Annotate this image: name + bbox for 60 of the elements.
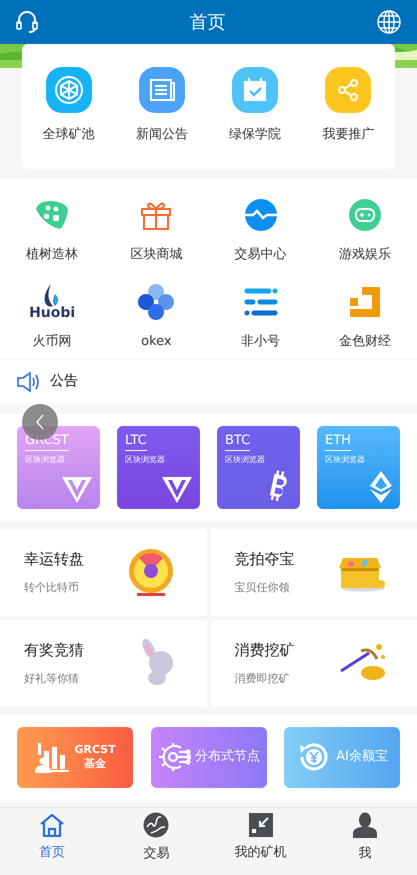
huobi-logo: Huobi (29, 284, 76, 320)
jinse-logo (350, 287, 380, 317)
quick-link[interactable]: 我要推广 (308, 67, 388, 144)
app-shortcut[interactable]: 交易中心 (208, 190, 313, 264)
feature-card[interactable]: 有奖竞猜 好礼等你猜 (0, 620, 206, 706)
feature-card[interactable]: 幸运转盘 转个比特币 (0, 528, 206, 616)
quick-link[interactable]: 绿保学院 (215, 67, 296, 144)
feature-title: 幸运转盘 (24, 548, 84, 570)
globe-icon[interactable] (377, 10, 401, 34)
app-shortcut[interactable]: 非小号 (208, 278, 313, 352)
calendar-icon (232, 67, 278, 113)
feature-card[interactable]: 竞拍夺宝 宝贝任你领 (210, 528, 417, 616)
banner-text: GRCST (74, 743, 116, 757)
nav-tab[interactable]: 首页 (12, 812, 92, 862)
page-title: 首页 (190, 10, 226, 34)
app-shortcut[interactable]: 植树造林 (0, 190, 104, 264)
bar-chart-icon (34, 741, 70, 773)
newspaper-icon (138, 67, 185, 113)
nav-tab[interactable]: 我的矿机 (220, 812, 301, 862)
feature-subtitle: 宝贝任你领 (234, 580, 290, 596)
app-shortcut[interactable]: 游戏娱乐 (312, 190, 417, 264)
lines-icon (244, 287, 278, 317)
gamepad-icon (348, 198, 382, 232)
share-icon (325, 67, 372, 113)
feature-subtitle: 转个比特币 (24, 580, 79, 596)
exchange-icon (244, 198, 277, 230)
app-shortcut[interactable]: Huobi 火币网 (0, 278, 104, 352)
quick-link[interactable]: 全球矿池 (28, 67, 109, 144)
banner-text: 基金 (84, 757, 106, 771)
notice-label: 公告 (50, 372, 78, 391)
app-shortcut[interactable]: okex (104, 278, 208, 352)
feature-title: 有奖竞猜 (24, 640, 84, 660)
feature-title: 消费挖矿 (234, 640, 294, 660)
app-shortcut[interactable]: 金色财经 (312, 278, 417, 352)
nav-tab[interactable]: 交易 (116, 812, 196, 864)
speaker-icon (16, 370, 40, 392)
person-icon (352, 812, 377, 838)
leaf-icon (34, 198, 70, 230)
arrow-square-icon (248, 812, 273, 837)
feature-subtitle: 消费即挖矿 (234, 671, 290, 687)
trend-circle-icon (143, 812, 170, 838)
triangle-logo-icon (162, 474, 192, 502)
explorer-card[interactable]: BTC 区块浏览器 (217, 426, 300, 508)
home-icon (39, 812, 66, 837)
cube-icon (46, 67, 92, 113)
app-shortcut[interactable]: 区块商城 (104, 190, 208, 264)
explorer-card[interactable]: LTC 区块浏览器 (117, 426, 200, 508)
banner-text: AI余额宝 (336, 748, 388, 766)
gear-circuit-icon (157, 740, 191, 774)
flower-icon (137, 283, 176, 321)
nav-tab[interactable]: 我 (324, 812, 405, 864)
quick-link[interactable]: 新闻公告 (122, 67, 202, 144)
chevron-left-icon (35, 414, 45, 430)
feature-card[interactable]: 消费挖矿 消费即挖矿 (210, 620, 417, 706)
ethereum-icon (370, 470, 392, 502)
headset-icon[interactable] (16, 10, 38, 34)
feature-subtitle: 好礼等你猜 (24, 671, 79, 687)
banner-text: 分布式节点 (195, 748, 260, 766)
feature-title: 竞拍夺宝 (234, 548, 294, 570)
triangle-logo-icon (62, 474, 92, 502)
